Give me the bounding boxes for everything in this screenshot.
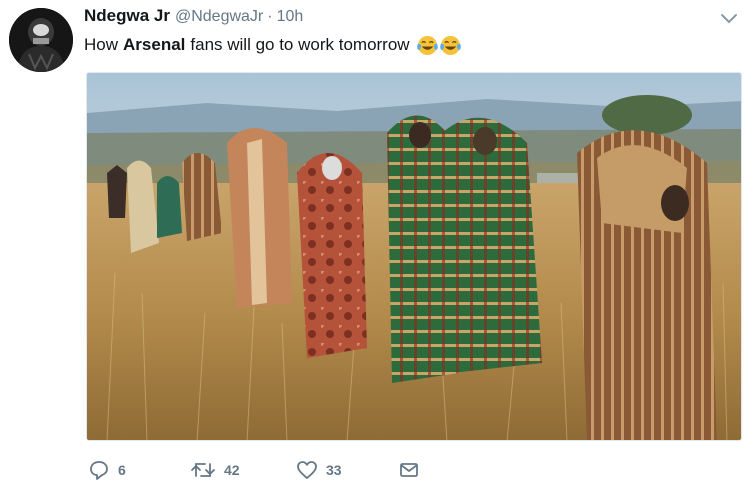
separator-dot: ·: [267, 8, 273, 25]
like-button[interactable]: 33: [296, 457, 342, 483]
retweet-icon: [191, 463, 215, 477]
reply-icon: [90, 461, 108, 480]
tears-of-joy-emoji-icon: [416, 35, 438, 55]
retweet-count: 42: [224, 462, 240, 478]
envelope-icon: [400, 463, 418, 477]
avatar[interactable]: [9, 8, 73, 72]
tweet-photo[interactable]: [86, 72, 742, 441]
reply-count: 6: [118, 462, 126, 478]
heart-icon: [297, 461, 317, 479]
action-bar: 6 42 33: [86, 457, 486, 483]
text-bold: Arsenal: [123, 35, 186, 54]
tears-of-joy-emoji-icon: [439, 35, 461, 55]
user-handle[interactable]: @NdegwaJr: [175, 8, 263, 26]
chevron-down-icon: [721, 14, 737, 24]
timestamp[interactable]: 10h: [277, 8, 304, 26]
tweet-card[interactable]: Ndegwa Jr @NdegwaJr · 10h How Arsenal fa…: [0, 0, 750, 489]
tweet-text: How Arsenal fans will go to work tomorro…: [84, 33, 461, 57]
reply-button[interactable]: 6: [88, 457, 126, 483]
direct-message-button[interactable]: [398, 457, 420, 483]
text-after: fans will go to work tomorrow: [190, 35, 410, 54]
like-count: 33: [326, 462, 342, 478]
text-before: How: [84, 35, 119, 54]
display-name[interactable]: Ndegwa Jr: [84, 6, 170, 26]
tweet-header: Ndegwa Jr @NdegwaJr · 10h: [84, 6, 303, 32]
retweet-button[interactable]: 42: [190, 457, 240, 483]
more-options-button[interactable]: [718, 10, 740, 26]
